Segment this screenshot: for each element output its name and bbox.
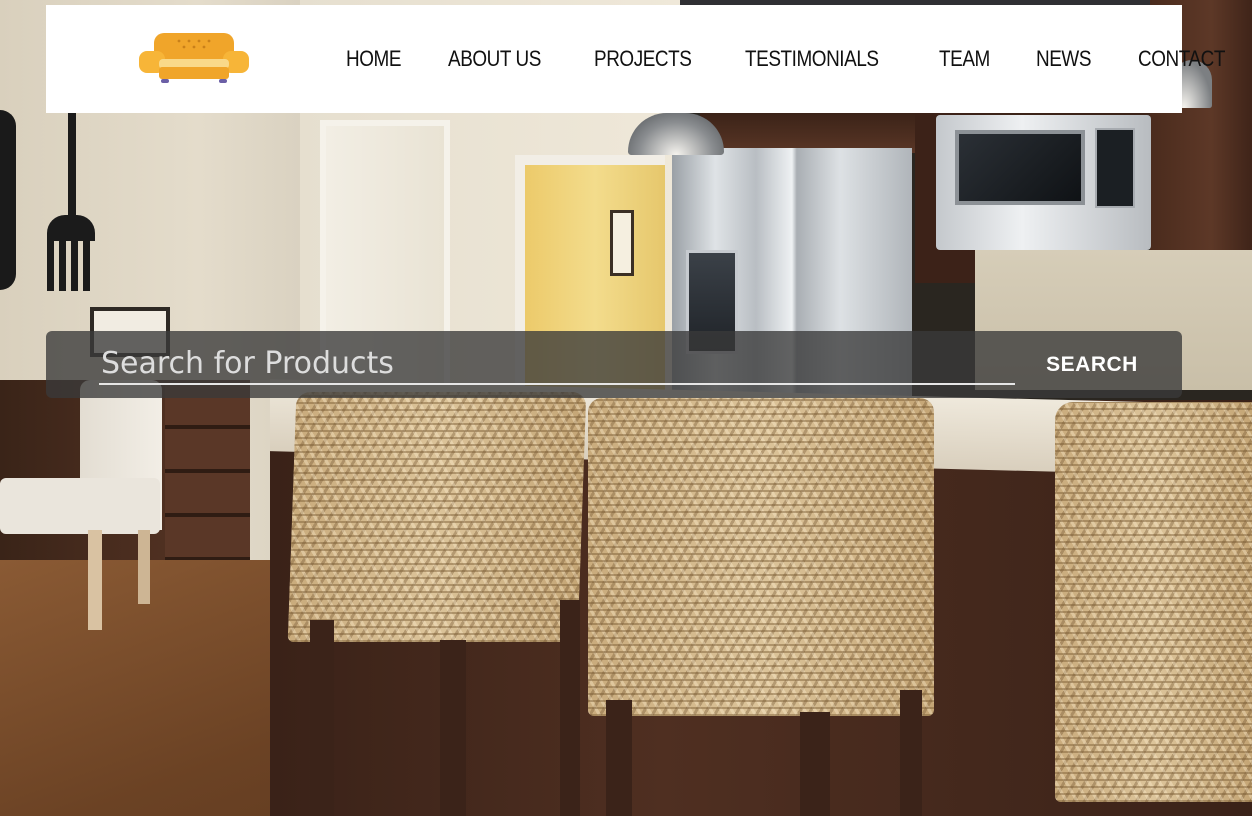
search-button[interactable]: SEARCH: [1026, 345, 1158, 385]
page: HOME ABOUT US PROJECTS TESTIMONIALS TEAM…: [0, 0, 1252, 816]
site-header: HOME ABOUT US PROJECTS TESTIMONIALS TEAM…: [46, 5, 1225, 113]
hero-wall-picture: [610, 210, 634, 276]
hero-stool-leg: [310, 620, 334, 816]
hero-chair-leg: [138, 530, 150, 604]
hero-chair: [0, 478, 160, 534]
hero-wall-fork: [47, 215, 95, 291]
nav-testimonials[interactable]: TESTIMONIALS: [745, 46, 879, 72]
logo-svg: [139, 33, 249, 83]
hero-background-image: [0, 0, 1252, 816]
hero-stool-leg: [440, 640, 466, 816]
hero-stool-leg: [606, 700, 632, 816]
nav-home[interactable]: HOME: [346, 46, 401, 72]
hero-stool-leg: [900, 690, 922, 816]
main-nav: HOME ABOUT US PROJECTS TESTIMONIALS TEAM…: [346, 5, 1252, 113]
nav-team[interactable]: TEAM: [939, 46, 990, 72]
nav-contact[interactable]: CONTACT: [1138, 46, 1225, 72]
hero-wall-spoon: [0, 110, 16, 290]
hero-stool-back: [1055, 402, 1252, 802]
armchair-icon[interactable]: [139, 31, 249, 87]
hero-stool-back: [588, 398, 934, 716]
nav-about-us[interactable]: ABOUT US: [448, 46, 541, 72]
hero-wall-fork: [68, 110, 76, 230]
hero-chair-leg: [88, 530, 102, 630]
search-bar: SEARCH: [46, 331, 1182, 398]
hero-microwave-keypad: [1095, 128, 1135, 208]
nav-news[interactable]: NEWS: [1036, 46, 1091, 72]
hero-microwave-window: [955, 130, 1085, 205]
search-input[interactable]: [99, 343, 1015, 385]
hero-stool-leg: [560, 600, 580, 816]
nav-projects[interactable]: PROJECTS: [594, 46, 692, 72]
hero-desk-drawers: [165, 385, 250, 565]
hero-stool-back: [287, 392, 587, 642]
hero-stool-leg: [800, 712, 830, 816]
